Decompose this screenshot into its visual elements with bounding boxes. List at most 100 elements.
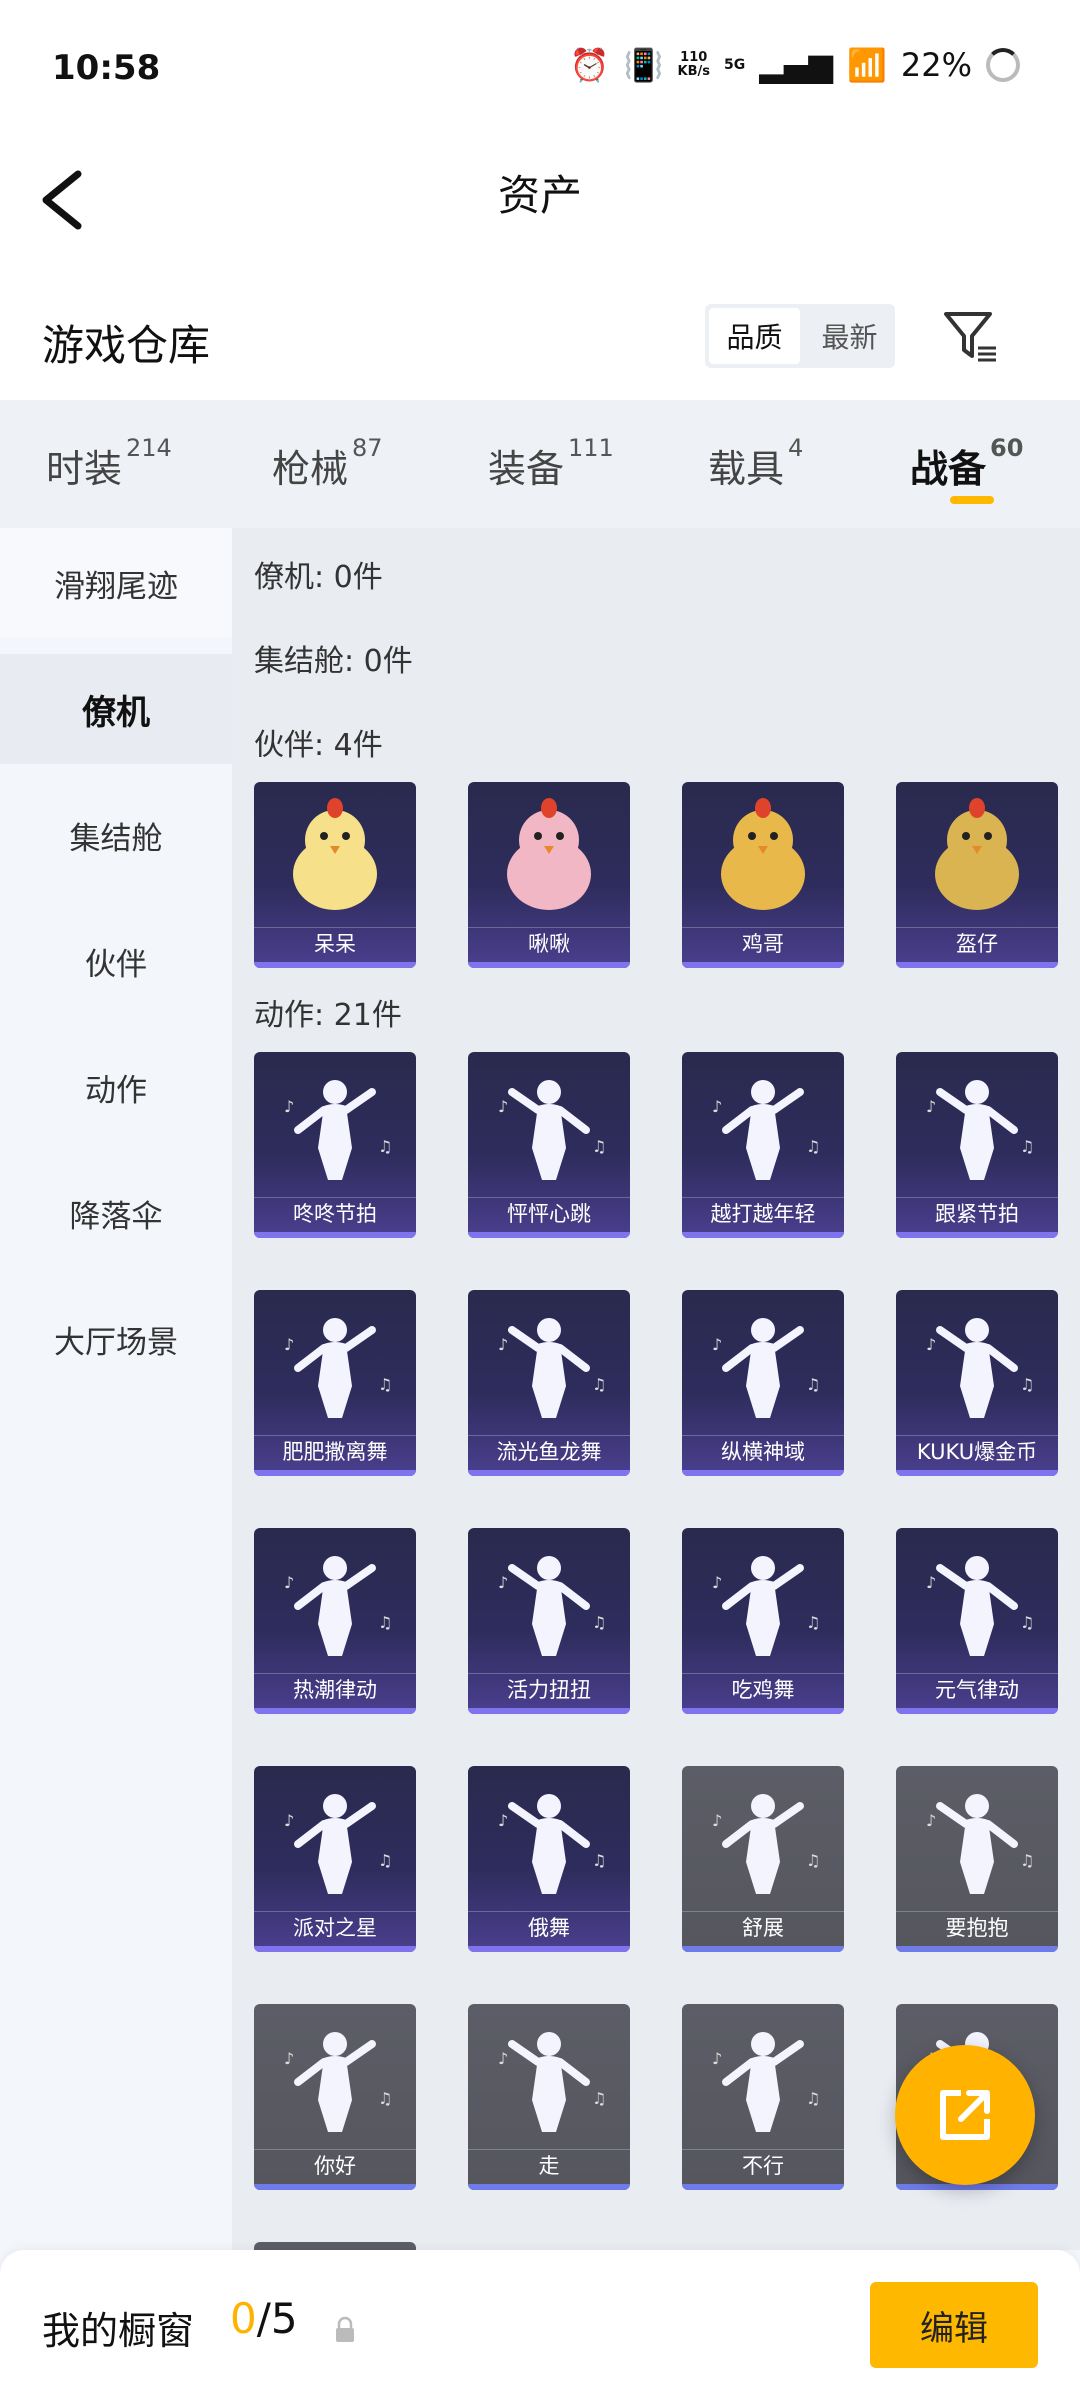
card-art	[896, 782, 1058, 928]
card-label: 纵横神域	[682, 1435, 844, 1468]
header: 资产	[0, 140, 1080, 260]
signal-icon: ▂▄▆	[759, 46, 834, 84]
svg-text:♪: ♪	[712, 2049, 722, 2068]
emote-figure-icon: ♪ ♫	[498, 2032, 606, 2132]
emote-card[interactable]: ♪ ♫ 热潮律动	[254, 1528, 416, 1714]
partner-card[interactable]: 盔仔	[896, 782, 1058, 968]
svg-text:♪: ♪	[926, 1811, 936, 1830]
emote-card[interactable]: ♪ ♫ 怦怦心跳	[468, 1052, 630, 1238]
emote-card[interactable]: ♪ ♫ 俄舞	[468, 1766, 630, 1952]
emote-card[interactable]: ♪ ♫ 走	[468, 2004, 630, 2190]
sidebar: 滑翔尾迹 僚机 集结舱 伙伴 动作 降落伞 大厅场景	[0, 528, 232, 2250]
card-art: ♪ ♫	[682, 1766, 844, 1912]
card-label: 走	[468, 2149, 630, 2182]
emote-card[interactable]: ♪ ♫ 不行	[682, 2004, 844, 2190]
card-art: ♪ ♫	[468, 2004, 630, 2150]
emote-card[interactable]: ♪ ♫ 流光鱼龙舞	[468, 1290, 630, 1476]
card-bottom-bar	[468, 1946, 630, 1952]
svg-text:♪: ♪	[712, 1097, 722, 1116]
sidebar-item-partner[interactable]: 伙伴	[0, 906, 232, 1016]
card-label: 啾啾	[468, 927, 630, 960]
vibrate-icon: 📳	[623, 46, 664, 84]
card-bottom-bar	[468, 962, 630, 968]
emote-card[interactable]: ♪ ♫ 咚咚节拍	[254, 1052, 416, 1238]
svg-text:♫: ♫	[378, 1375, 392, 1394]
partner-art-icon	[721, 798, 805, 910]
svg-text:♪: ♪	[284, 1811, 294, 1830]
sidebar-item-emote[interactable]: 动作	[0, 1032, 232, 1142]
emote-card[interactable]: ♪ ♫ 越打越年轻	[682, 1052, 844, 1238]
partner-art-icon	[293, 798, 377, 910]
sidebar-item-capsule[interactable]: 集结舱	[0, 780, 232, 890]
emote-card[interactable]: ♪ ♫ 纵横神域	[682, 1290, 844, 1476]
partner-card[interactable]: 啾啾	[468, 782, 630, 968]
svg-text:♪: ♪	[498, 1811, 508, 1830]
sidebar-item-parachute[interactable]: 降落伞	[0, 1158, 232, 1268]
svg-text:♫: ♫	[378, 1613, 392, 1632]
emote-figure-icon: ♪ ♫	[926, 1080, 1034, 1180]
tab-guns[interactable]: 枪械 87	[272, 434, 383, 493]
emote-figure-icon: ♪ ♫	[712, 1080, 820, 1180]
group-capsule-label: 集结舱: 0件	[254, 644, 413, 679]
emote-figure-icon: ♪ ♫	[284, 1080, 392, 1180]
filter-icon[interactable]	[940, 304, 1000, 368]
card-label: 跟紧节拍	[896, 1197, 1058, 1230]
svg-text:♪: ♪	[926, 1573, 936, 1592]
card-label: 你好	[254, 2149, 416, 2182]
sidebar-item-lobby-scene[interactable]: 大厅场景	[0, 1284, 232, 1394]
emote-card[interactable]: ♪ ♫ 要抱抱	[896, 1766, 1058, 1952]
emote-card[interactable]: ♪ ♫ 跟紧节拍	[896, 1052, 1058, 1238]
emote-card[interactable]: ♪ ♫ 你好	[254, 2004, 416, 2190]
svg-text:♫: ♫	[1020, 1137, 1034, 1156]
share-button[interactable]	[895, 2045, 1035, 2185]
card-art: ♪ ♫	[254, 1766, 416, 1912]
tab-battle-gear[interactable]: 战备 60	[910, 434, 1023, 493]
svg-text:♫: ♫	[592, 1375, 606, 1394]
emote-card[interactable]: ♪ ♫ 舒展	[682, 1766, 844, 1952]
svg-text:♪: ♪	[498, 2049, 508, 2068]
card-art: ♪ ♫	[468, 1766, 630, 1912]
emote-figure-icon: ♪ ♫	[284, 2032, 392, 2132]
svg-text:♫: ♫	[592, 2089, 606, 2108]
tab-fashion[interactable]: 时装 214	[46, 434, 172, 493]
svg-text:♫: ♫	[1020, 1851, 1034, 1870]
card-bottom-bar	[254, 1232, 416, 1238]
card-bottom-bar	[896, 1946, 1058, 1952]
sidebar-item-glide-trail[interactable]: 滑翔尾迹	[0, 528, 232, 638]
emote-card[interactable]: ♪ ♫ 活力扭扭	[468, 1528, 630, 1714]
emote-figure-icon: ♪ ♫	[498, 1318, 606, 1418]
warehouse-title: 游戏仓库	[42, 321, 211, 370]
sort-quality[interactable]: 品质	[709, 308, 800, 364]
item-list[interactable]: 僚机: 0件 集结舱: 0件 伙伴: 4件 动作: 21件 呆呆 啾啾 鸡哥 盔…	[232, 528, 1080, 2250]
sort-newest[interactable]: 最新	[804, 304, 895, 368]
partner-art-icon	[935, 798, 1019, 910]
emote-figure-icon: ♪ ♫	[498, 1556, 606, 1656]
emote-card[interactable]: ♪ ♫ 肥肥撒离舞	[254, 1290, 416, 1476]
emote-card[interactable]: ♪ ♫ KUKU爆金币	[896, 1290, 1058, 1476]
card-bottom-bar	[682, 1232, 844, 1238]
card-bottom-bar	[254, 962, 416, 968]
card-label: 吃鸡舞	[682, 1673, 844, 1706]
tab-equipment[interactable]: 装备 111	[488, 434, 614, 493]
edit-button[interactable]: 编辑	[870, 2282, 1038, 2368]
status-icons: ⏰ 📳 110 KB/s 5G ▂▄▆ 📶 22%	[570, 46, 1020, 84]
emote-figure-icon: ♪ ♫	[284, 1794, 392, 1894]
emote-card[interactable]: ♪ ♫ 元气律动	[896, 1528, 1058, 1714]
tab-vehicles[interactable]: 载具 4	[708, 434, 803, 493]
sidebar-item-wingman[interactable]: 僚机	[0, 654, 232, 764]
showcase-label: 我的橱窗	[42, 2309, 195, 2353]
emote-card-partial[interactable]	[254, 2242, 416, 2250]
card-art: ♪ ♫	[254, 1052, 416, 1198]
emote-card[interactable]: ♪ ♫ 派对之星	[254, 1766, 416, 1952]
emote-figure-icon: ♪ ♫	[926, 1556, 1034, 1656]
group-partner-label: 伙伴: 4件	[254, 728, 383, 763]
partner-card[interactable]: 鸡哥	[682, 782, 844, 968]
card-art	[254, 782, 416, 928]
emote-figure-icon: ♪ ♫	[284, 1318, 392, 1418]
emote-figure-icon: ♪ ♫	[712, 1794, 820, 1894]
partner-art-icon	[507, 798, 591, 910]
card-bottom-bar	[896, 1232, 1058, 1238]
alarm-icon: ⏰	[569, 46, 610, 84]
partner-card[interactable]: 呆呆	[254, 782, 416, 968]
emote-card[interactable]: ♪ ♫ 吃鸡舞	[682, 1528, 844, 1714]
